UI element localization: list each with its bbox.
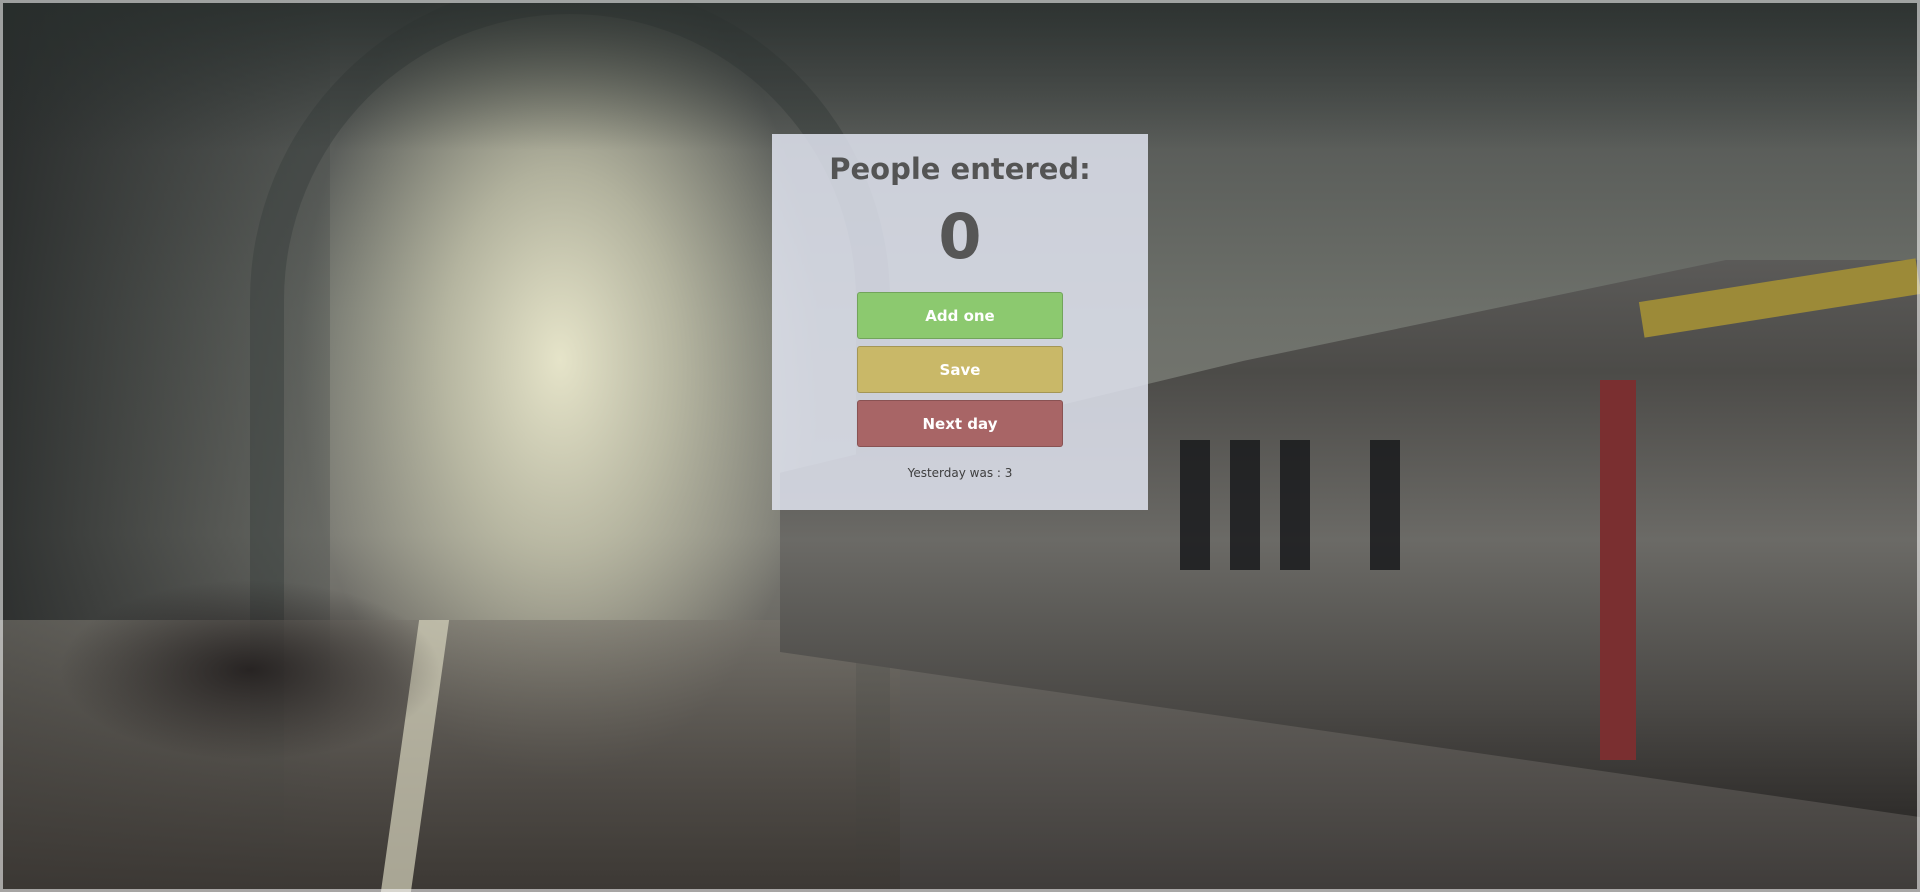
count-display: 0 [938, 200, 982, 273]
page-title: People entered: [829, 152, 1091, 186]
save-button[interactable]: Save [857, 346, 1063, 393]
counter-panel: People entered: 0 Add one Save Next day … [772, 134, 1148, 510]
add-one-button[interactable]: Add one [857, 292, 1063, 339]
next-day-button[interactable]: Next day [857, 400, 1063, 447]
yesterday-count-text: Yesterday was : 3 [907, 466, 1013, 480]
